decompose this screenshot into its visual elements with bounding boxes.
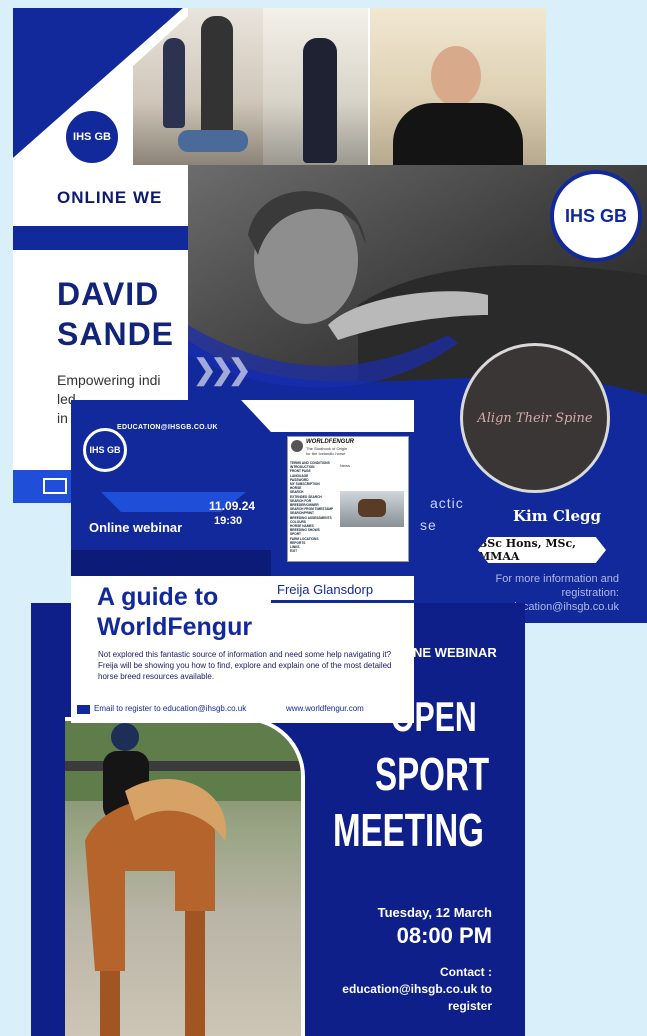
person-shirt	[393, 103, 523, 165]
webinar-banner: ONLINE WE	[57, 188, 163, 207]
info-text: For more information and	[495, 573, 620, 585]
speaker-name: SANDE	[57, 316, 175, 352]
person-figure	[201, 16, 233, 136]
meeting-title: SPORT	[375, 748, 490, 800]
speaker-name: DAVID	[57, 276, 160, 312]
topic-fragment: actic	[430, 495, 464, 511]
event-date: 11.09.24	[209, 499, 256, 513]
contact-email: EDUCATION@IHSGB.CO.UK	[117, 424, 218, 431]
presenter-name: Freija Glansdorp	[277, 582, 374, 597]
topic-fragment: se	[420, 517, 437, 533]
site-menu-item: EXIT	[290, 549, 298, 554]
event-time: 19:30	[214, 515, 243, 527]
presenter-rule	[271, 600, 414, 603]
person-head	[431, 46, 481, 106]
dog-figure	[178, 130, 248, 152]
person-figure	[303, 38, 337, 163]
rider-photo	[65, 717, 305, 1036]
horse-figure	[358, 499, 386, 517]
blue-rule	[13, 226, 188, 250]
info-email: ducation@ihsgb.co.uk	[510, 601, 619, 613]
worldfengur-footer: Email to register to education@ihsgb.co.…	[71, 697, 414, 723]
align-their-spine-logo: Align Their Spine	[460, 343, 610, 493]
chevron-arrows-icon: ❯❯❯	[193, 354, 251, 385]
meeting-title: MEETING	[333, 804, 484, 856]
mail-icon	[77, 705, 90, 714]
logo-script-text: Align Their Spine	[477, 410, 593, 426]
title-line: A guide to	[97, 583, 219, 611]
meeting-date: Tuesday, 12 March	[377, 905, 492, 920]
rider-illustration	[65, 721, 301, 1036]
title-line: WorldFengur	[97, 613, 253, 641]
mail-icon	[43, 478, 67, 494]
ihsgb-logo: IHS GB	[550, 170, 642, 262]
contact-email: education@ihsgb.co.uk to	[342, 982, 492, 996]
footer-url: www.worldfengur.com	[286, 704, 364, 713]
site-subtitle: for the Icelandic horse	[306, 451, 346, 456]
site-title: WORLDFENGUR	[306, 439, 354, 445]
ihsgb-logo: IHS GB	[63, 108, 121, 166]
site-menu-item: SEARCH FOR BREEDER/OWNER	[290, 498, 319, 508]
contact-label: Contact :	[440, 965, 492, 979]
webinar-banner: NE WEBINAR	[413, 645, 497, 660]
site-news-label: News	[340, 463, 351, 468]
ihsgb-logo: IHS GB	[83, 428, 127, 472]
tagline: in	[57, 410, 68, 426]
speaker-name: Kim Clegg	[513, 507, 601, 525]
event-type: Online webinar	[89, 520, 183, 535]
footer-email: Email to register to education@ihsgb.co.…	[94, 704, 247, 713]
tagline: Empowering indi	[57, 372, 161, 388]
credentials-text: BSc Hons, MSc, MMAA	[478, 537, 576, 563]
contact-action: register	[447, 999, 492, 1013]
site-menu: TERMS AND CONDITIONS INTRODUCTION FRONT PA…	[290, 461, 336, 553]
credentials-badge: BSc Hons, MSc, MMAA	[478, 537, 606, 563]
site-logo-icon	[291, 440, 303, 452]
info-text: registration:	[561, 587, 619, 599]
description: Not explored this fantastic source of in…	[98, 650, 392, 681]
meeting-time: 08:00 PM	[396, 923, 492, 948]
worldfengur-poster: IHS GB EDUCATION@IHSGB.CO.UK 11.09.24 19…	[71, 400, 414, 697]
website-screenshot: WORLDFENGUR The Studbook of Origin for t…	[287, 436, 409, 562]
